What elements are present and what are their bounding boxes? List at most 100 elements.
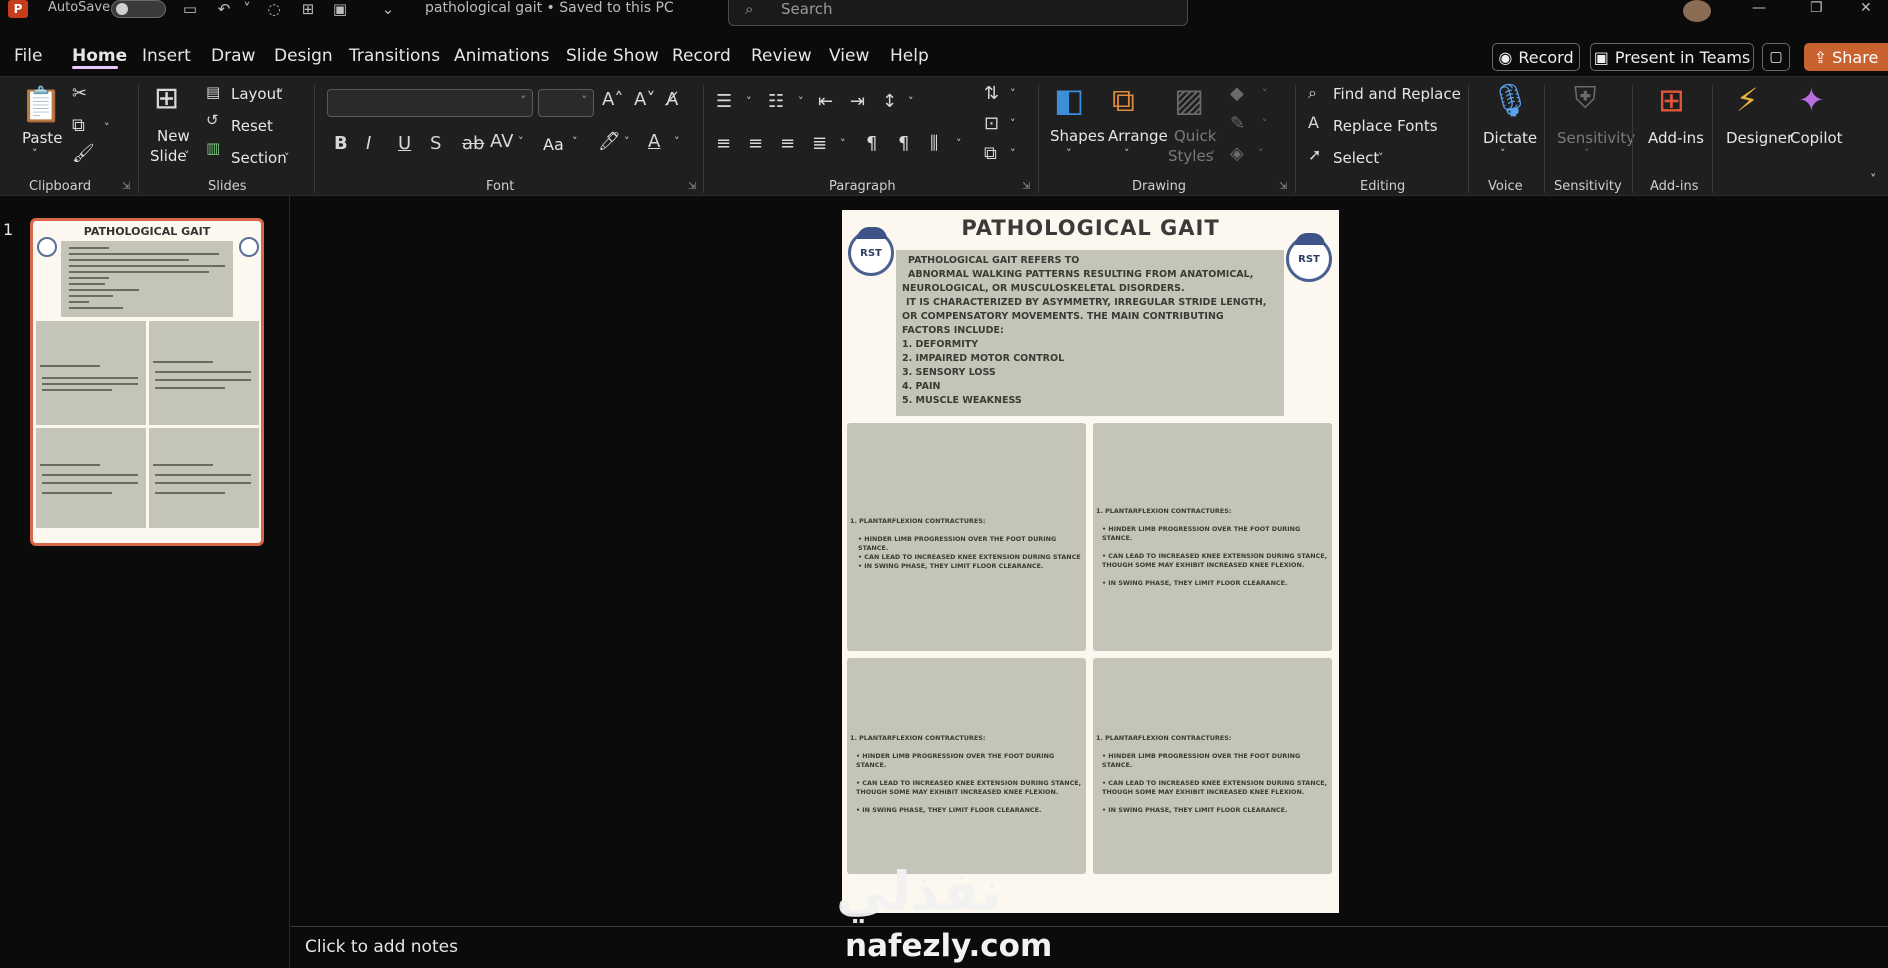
close-icon[interactable]: ✕ <box>1860 0 1872 16</box>
line-spacing-icon[interactable]: ↕ <box>882 91 897 112</box>
font-launcher-icon[interactable]: ⇲ <box>688 181 696 192</box>
minimize-icon[interactable]: — <box>1752 0 1766 16</box>
find-and-replace-button[interactable]: Find and Replace <box>1333 85 1461 103</box>
search-box[interactable]: ⌕ Search <box>728 0 1188 26</box>
shape-effects-icon[interactable]: ◈ <box>1230 143 1244 164</box>
designer-icon[interactable]: ⚡ <box>1736 81 1758 119</box>
tab-file[interactable]: File <box>14 46 42 66</box>
paste-dropdown-icon[interactable]: ˅ <box>32 147 38 160</box>
tab-help[interactable]: Help <box>890 46 929 66</box>
character-spacing-icon[interactable]: AV <box>490 131 513 152</box>
arrange-dropdown-icon[interactable]: ˅ <box>1124 147 1130 160</box>
tab-record[interactable]: Record <box>672 46 731 66</box>
bold-icon[interactable]: B <box>334 133 348 154</box>
text-direction-dropdown-icon[interactable]: ˅ <box>1010 87 1016 100</box>
tab-design[interactable]: Design <box>274 46 333 66</box>
slide[interactable]: PATHOLOGICAL GAIT RST RST PATHOLOGICAL G… <box>842 210 1339 913</box>
paste-icon[interactable]: 📋 <box>20 85 62 125</box>
sensitivity-dropdown-icon[interactable]: ˅ <box>1584 147 1590 160</box>
decrease-font-size-icon[interactable]: A˅ <box>634 89 655 110</box>
autosave-toggle[interactable] <box>111 0 166 18</box>
paste-button[interactable]: Paste <box>22 129 63 147</box>
layout-dropdown-icon[interactable]: ˅ <box>278 87 284 100</box>
tab-home[interactable]: Home <box>72 46 127 66</box>
text-direction-icon[interactable]: ⇅ <box>984 83 999 104</box>
tab-transitions[interactable]: Transitions <box>349 46 440 66</box>
numbering-icon[interactable]: ☷ <box>768 91 784 112</box>
bullets-icon[interactable]: ☰ <box>716 91 732 112</box>
content-panel-4[interactable]: 1. PLANTARFLEXION CONTRACTURES: • HINDER… <box>1093 658 1332 874</box>
redo-icon[interactable]: ◌ <box>264 0 284 18</box>
share-button[interactable]: ⇪ Share <box>1804 43 1888 71</box>
undo-dropdown-icon[interactable]: ˅ <box>237 0 257 18</box>
content-panel-2[interactable]: 1. PLANTARFLEXION CONTRACTURES: • HINDER… <box>1093 423 1332 651</box>
decrease-indent-icon[interactable]: ⇤ <box>818 91 833 112</box>
change-case-dropdown-icon[interactable]: ˅ <box>572 135 578 148</box>
arrange-icon[interactable]: ⧉ <box>1112 81 1135 120</box>
restore-icon[interactable]: ❐ <box>1810 0 1823 16</box>
new-slide-button-line2[interactable]: Slide <box>150 147 187 165</box>
intro-text-box[interactable]: PATHOLOGICAL GAIT REFERS TO ABNORMAL WAL… <box>896 250 1284 416</box>
avatar[interactable] <box>1683 0 1711 22</box>
align-left-icon[interactable]: ≡ <box>716 133 731 154</box>
columns-icon[interactable]: ⫼ <box>930 133 938 154</box>
font-name-combo[interactable]: ˅ <box>327 89 533 117</box>
align-text-dropdown-icon[interactable]: ˅ <box>1010 117 1016 130</box>
sensitivity-icon[interactable]: ⛨ <box>1574 81 1597 116</box>
drawing-launcher-icon[interactable]: ⇲ <box>1279 181 1287 192</box>
section-button[interactable]: Section <box>231 149 287 167</box>
clear-formatting-icon[interactable]: A̸ <box>666 89 678 110</box>
italic-icon[interactable]: I <box>366 133 371 154</box>
shape-outline-icon[interactable]: ✎ <box>1230 113 1245 134</box>
shape-effects-dropdown-icon[interactable]: ˅ <box>1258 147 1264 160</box>
present-icon[interactable]: ⊞ <box>298 0 318 18</box>
shapes-button[interactable]: Shapes <box>1050 127 1105 145</box>
tab-view[interactable]: View <box>829 46 869 66</box>
collapse-ribbon-icon[interactable]: ˅ <box>1870 173 1877 188</box>
shapes-icon[interactable]: ◧ <box>1054 81 1084 119</box>
align-center-icon[interactable]: ≡ <box>748 133 763 154</box>
picture-icon[interactable]: ▣ <box>330 0 350 18</box>
present-in-teams-button[interactable]: ▣ Present in Teams <box>1590 43 1754 71</box>
select-button[interactable]: Select <box>1333 149 1379 167</box>
quick-styles-icon[interactable]: ▨ <box>1174 81 1204 119</box>
record-button[interactable]: ◉ Record <box>1492 43 1580 71</box>
sensitivity-button[interactable]: Sensitivity <box>1557 129 1635 147</box>
tab-animations[interactable]: Animations <box>454 46 550 66</box>
shape-outline-dropdown-icon[interactable]: ˅ <box>1262 117 1268 130</box>
reset-button[interactable]: Reset <box>231 117 273 135</box>
highlight-icon[interactable]: 🖊 <box>598 131 621 152</box>
notes-placeholder[interactable]: Click to add notes <box>305 937 458 957</box>
new-slide-dropdown-icon[interactable]: ˅ <box>184 149 190 162</box>
document-title[interactable]: pathological gait • Saved to this PC <box>425 0 674 16</box>
smartart-dropdown-icon[interactable]: ˅ <box>1010 147 1016 160</box>
customize-qat-icon[interactable]: ⌄ <box>378 0 398 18</box>
notes-pane[interactable]: Click to add notes <box>291 926 1888 968</box>
line-spacing-dropdown-icon[interactable]: ˅ <box>908 95 914 108</box>
shapes-dropdown-icon[interactable]: ˅ <box>1066 147 1072 160</box>
align-right-icon[interactable]: ≡ <box>780 133 795 154</box>
microphone-icon[interactable]: 🎙 <box>1490 81 1531 119</box>
dictate-button[interactable]: Dictate <box>1483 129 1537 147</box>
add-ins-icon[interactable]: ⊞ <box>1658 81 1685 119</box>
content-panel-3[interactable]: 1. PLANTARFLEXION CONTRACTURES: • HINDER… <box>847 658 1086 874</box>
comments-button[interactable]: ▢ <box>1762 43 1790 71</box>
section-dropdown-icon[interactable]: ˅ <box>284 151 290 164</box>
layout-button[interactable]: Layout <box>231 85 282 103</box>
clipboard-launcher-icon[interactable]: ⇲ <box>122 181 130 192</box>
paragraph-launcher-icon[interactable]: ⇲ <box>1022 181 1030 192</box>
slide-title[interactable]: PATHOLOGICAL GAIT <box>842 216 1339 240</box>
content-panel-1[interactable]: 1. PLANTARFLEXION CONTRACTURES: • HINDER… <box>847 423 1086 651</box>
select-dropdown-icon[interactable]: ˅ <box>1378 151 1384 164</box>
justify-dropdown-icon[interactable]: ˅ <box>840 137 846 150</box>
tab-draw[interactable]: Draw <box>211 46 255 66</box>
columns-dropdown-icon[interactable]: ˅ <box>956 137 962 150</box>
font-color-icon[interactable]: A <box>648 131 660 152</box>
underline-icon[interactable]: U <box>398 133 411 154</box>
shape-fill-icon[interactable]: ◆ <box>1230 83 1244 104</box>
arrange-button[interactable]: Arrange <box>1108 127 1168 145</box>
ltr-text-icon[interactable]: ¶ <box>866 133 877 154</box>
increase-indent-icon[interactable]: ⇥ <box>850 91 865 112</box>
slide-thumbnail-pane[interactable]: 1 PATHOLOGICAL GAIT <box>0 196 290 968</box>
tab-review[interactable]: Review <box>751 46 812 66</box>
